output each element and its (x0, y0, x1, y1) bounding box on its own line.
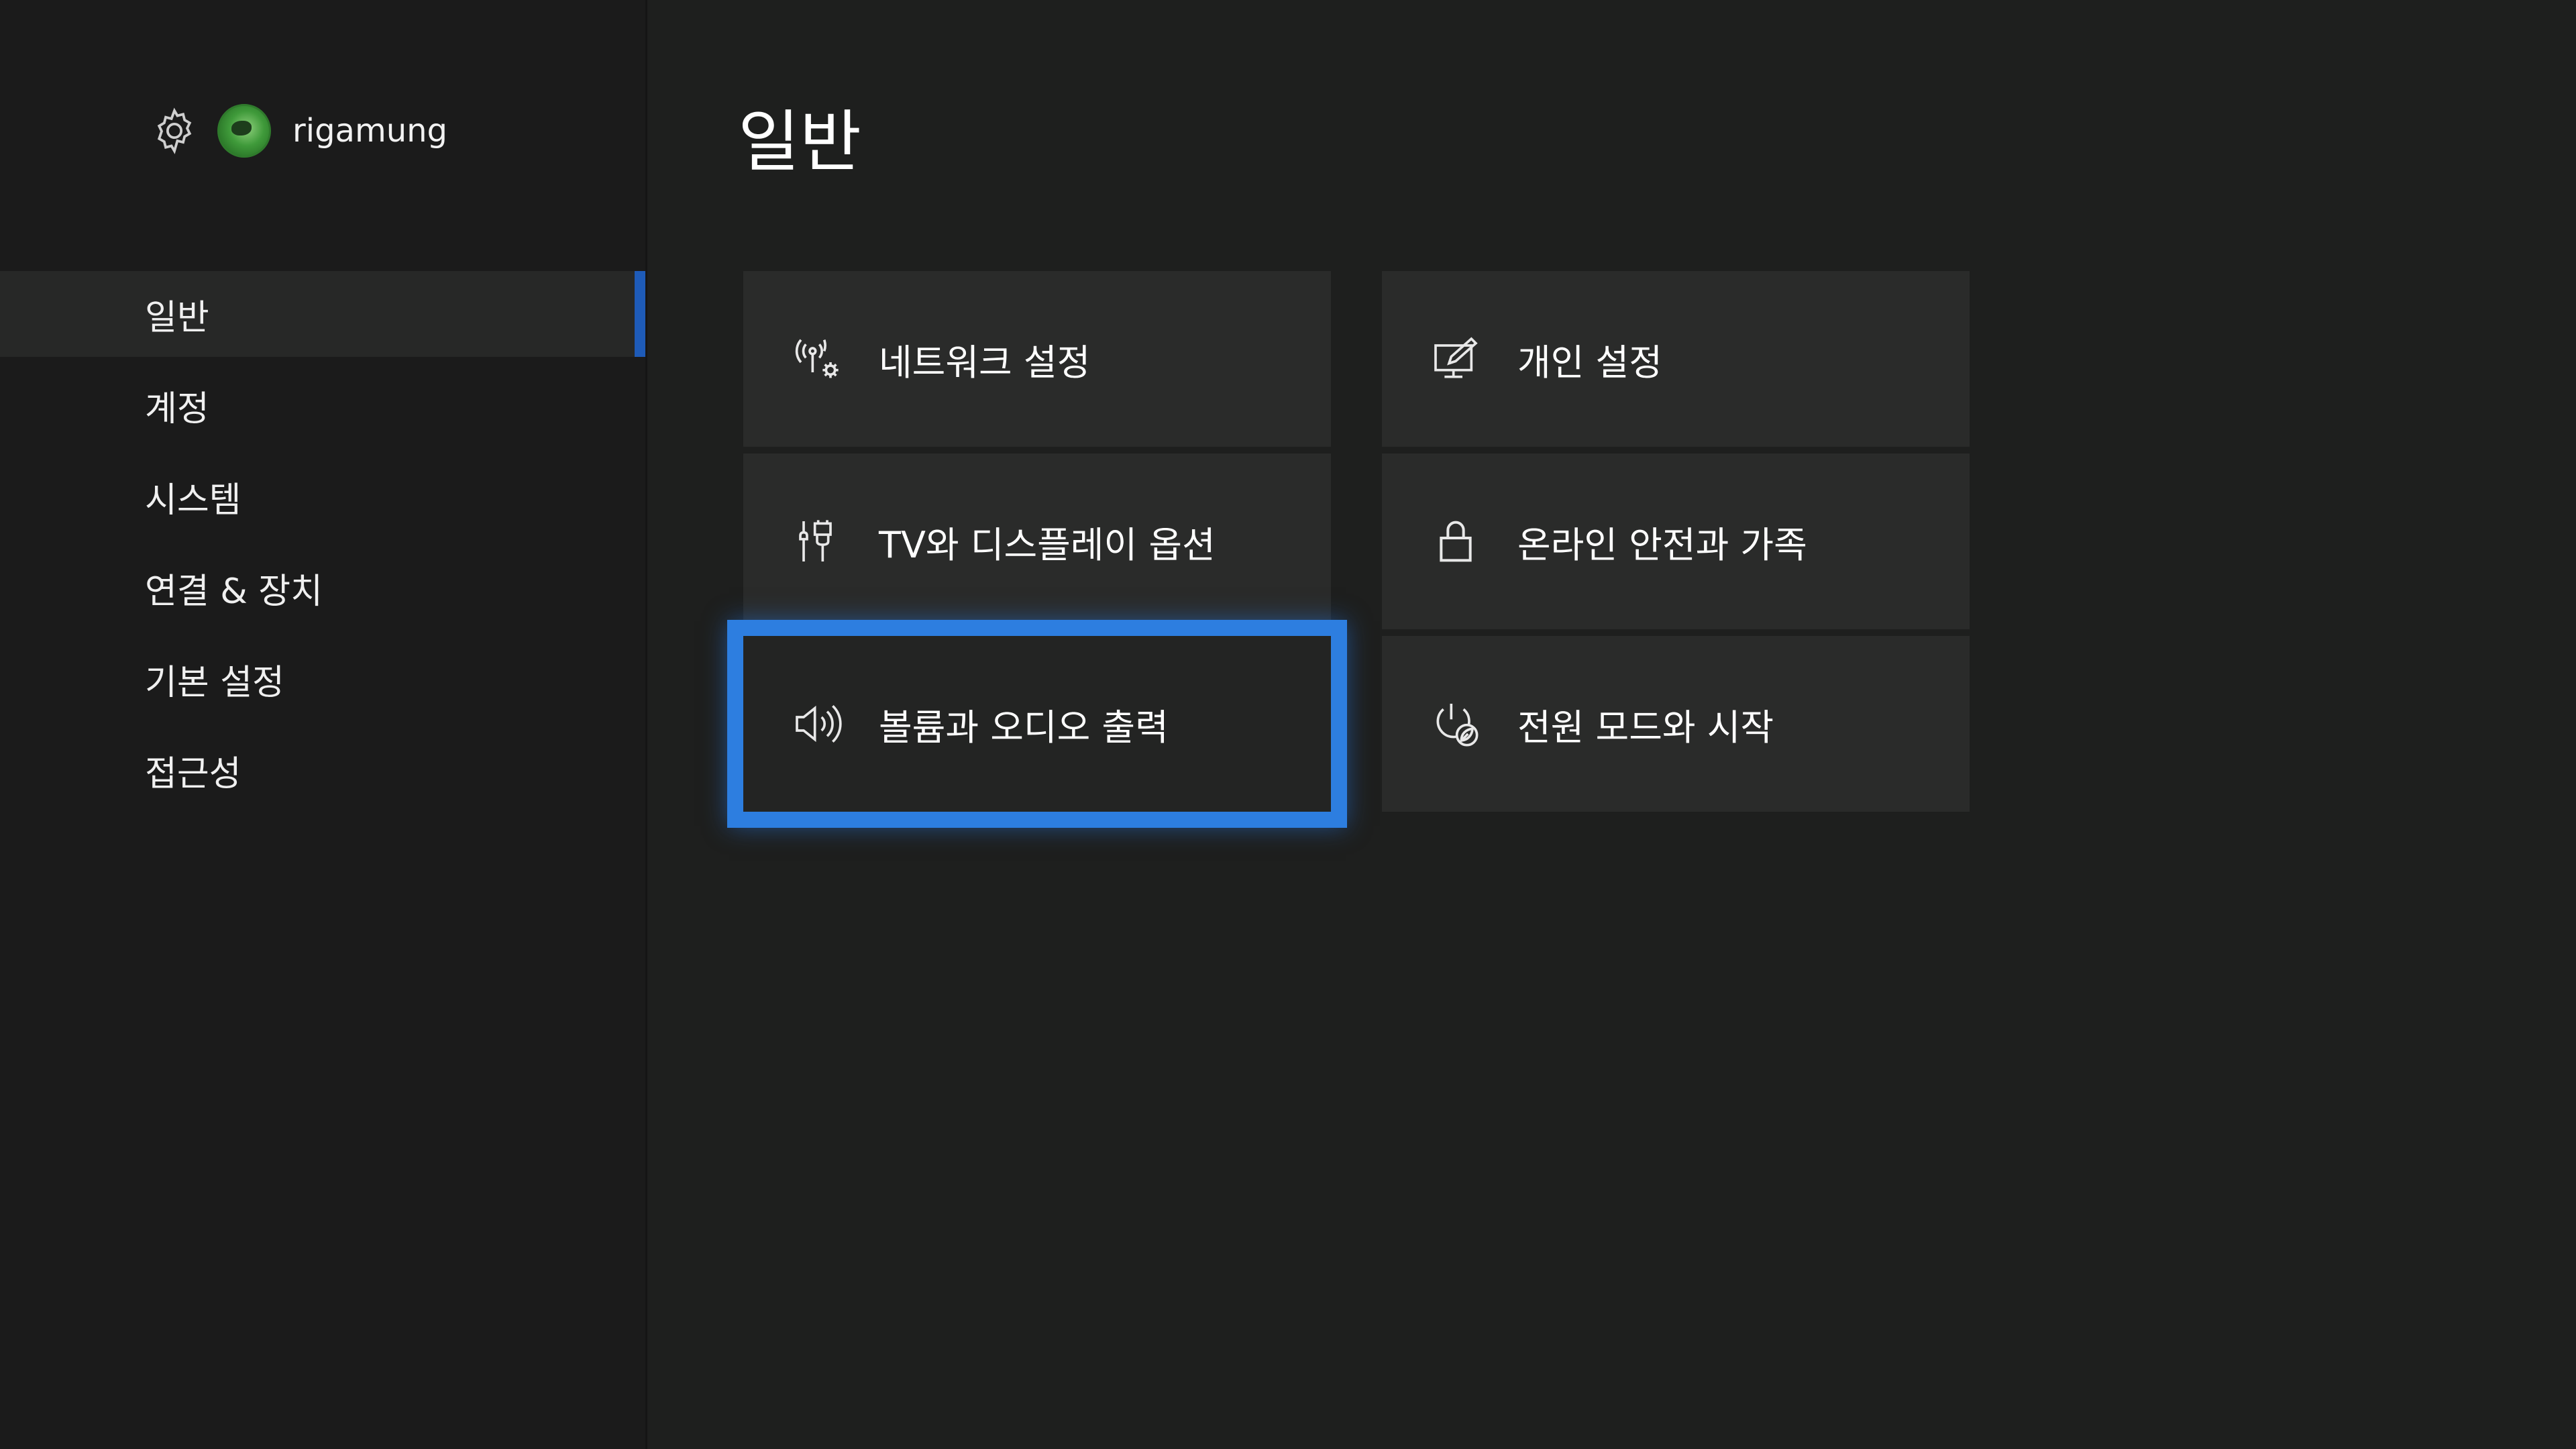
nav-item-label: 계정 (145, 388, 209, 429)
tile-label: 온라인 안전과 가족 (1517, 523, 1807, 566)
power-leaf-icon (1429, 697, 1483, 751)
network-gear-icon (790, 332, 844, 386)
nav-item-label: 접근성 (145, 753, 241, 794)
profile-header: rigamung (148, 101, 447, 161)
nav-item-label: 기본 설정 (145, 662, 284, 703)
nav-item-label: 일반 (145, 297, 209, 338)
nav-item-devices-connections[interactable]: 연결 & 장치 (0, 545, 645, 631)
settings-nav: 일반 계정 시스템 연결 & 장치 기본 설정 접근성 (0, 271, 645, 818)
gamertag: rigamung (292, 112, 448, 150)
tile-label: 전원 모드와 시작 (1517, 706, 1774, 749)
lock-icon (1429, 515, 1483, 568)
gear-icon[interactable] (148, 104, 201, 158)
nav-item-label: 시스템 (145, 480, 241, 521)
nav-active-indicator (635, 271, 645, 357)
personalize-pen-icon (1429, 332, 1483, 386)
tile-label: 네트워크 설정 (879, 341, 1091, 384)
tile-volume-audio-output[interactable]: 볼륨과 오디오 출력 (727, 620, 1347, 828)
nav-item-label: 연결 & 장치 (145, 571, 323, 612)
tile-network-settings[interactable]: 네트워크 설정 (743, 271, 1331, 447)
tile-label: TV와 디스플레이 옵션 (879, 523, 1216, 566)
speaker-icon (790, 697, 844, 751)
sidebar: rigamung 일반 계정 시스템 연결 & 장치 기본 설정 접근성 (0, 0, 645, 1449)
tile-label: 개인 설정 (1517, 341, 1662, 384)
nav-item-preferences[interactable]: 기본 설정 (0, 636, 645, 722)
page-title: 일반 (738, 103, 861, 181)
avatar[interactable] (217, 104, 271, 158)
tile-tv-display-options[interactable]: TV와 디스플레이 옵션 (743, 453, 1331, 629)
tile-power-mode-startup[interactable]: 전원 모드와 시작 (1382, 636, 1970, 812)
hdmi-cable-icon (790, 515, 844, 568)
tile-personalization[interactable]: 개인 설정 (1382, 271, 1970, 447)
nav-item-general[interactable]: 일반 (0, 271, 645, 357)
tile-label: 볼륨과 오디오 출력 (879, 706, 1169, 749)
sidebar-divider (645, 0, 647, 1449)
nav-item-accessibility[interactable]: 접근성 (0, 727, 645, 813)
nav-item-system[interactable]: 시스템 (0, 453, 645, 539)
nav-item-account[interactable]: 계정 (0, 362, 645, 448)
tile-online-safety-family[interactable]: 온라인 안전과 가족 (1382, 453, 1970, 629)
